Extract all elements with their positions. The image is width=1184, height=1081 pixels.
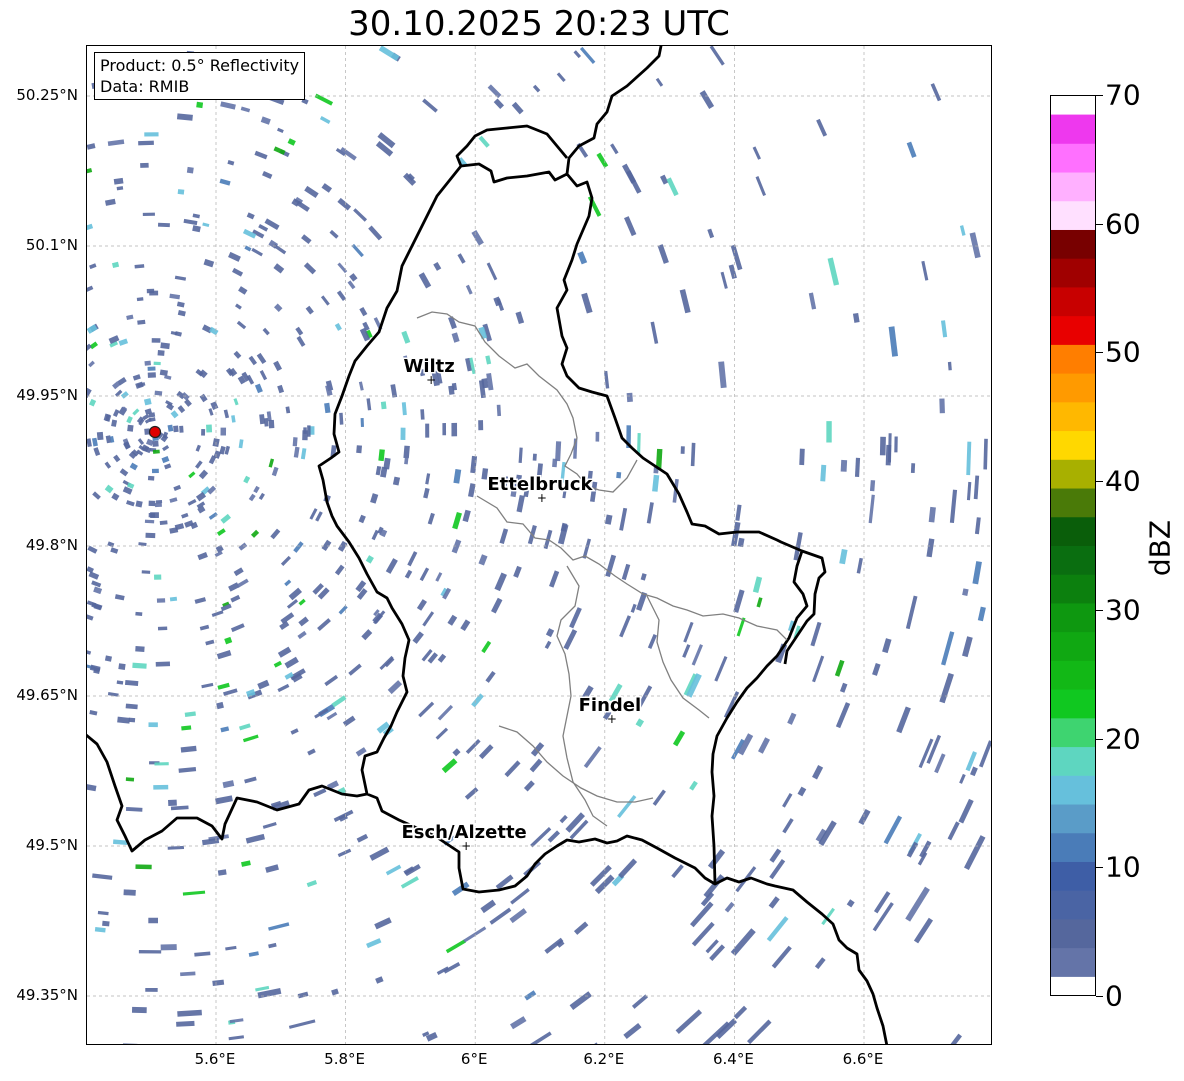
- colorbar-tick-label: 30: [1105, 593, 1141, 627]
- colorbar-tick-label: 20: [1105, 722, 1141, 756]
- border-north: [455, 124, 569, 167]
- colorbar-tick-label: 50: [1105, 335, 1141, 369]
- colorbar-segment: [1051, 373, 1095, 403]
- colorbar-segment: [1051, 315, 1095, 345]
- lon-tick-label: 6°E: [460, 1050, 488, 1068]
- city-esch-alzette: +Esch/Alzette: [400, 821, 528, 854]
- colorbar-segment: [1051, 172, 1095, 202]
- colorbar-segment: [1051, 258, 1095, 288]
- colorbar-segment: [1051, 918, 1095, 949]
- city-markers: +Wiltz +Ettelbruck +Findel +Esch/Alzette: [400, 355, 643, 854]
- colorbar-segment: [1051, 488, 1095, 518]
- colorbar-tick: [1096, 867, 1103, 869]
- colorbar-segment: [1051, 832, 1095, 862]
- colorbar-segment: [1051, 459, 1095, 489]
- colorbar-segment: [1051, 631, 1095, 661]
- colorbar-tick: [1096, 996, 1103, 997]
- city-label: Ettelbruck: [487, 474, 593, 495]
- colorbar-tick: [1096, 352, 1103, 354]
- colorbar-tick-label: 10: [1105, 850, 1141, 884]
- colorbar-segment: [1051, 114, 1095, 144]
- colorbar-segment: [1051, 545, 1095, 575]
- colorbar-segment: [1051, 430, 1095, 460]
- colorbar-tick: [1096, 223, 1103, 225]
- colorbar-tick-label: 70: [1105, 78, 1141, 112]
- border-east: [565, 46, 889, 1044]
- radar-echo-layer: [87, 46, 991, 1044]
- lat-tick-label: 50.25°N: [16, 86, 78, 104]
- graticule: [87, 46, 991, 1044]
- colorbar-segment: [1051, 200, 1095, 230]
- colorbar-segment: [1051, 286, 1095, 317]
- colorbar-tick-label: 60: [1105, 207, 1141, 241]
- colorbar-segment: [1051, 229, 1095, 259]
- lon-tick-label: 6.4°E: [712, 1050, 754, 1068]
- colorbar-tick: [1096, 481, 1103, 483]
- colorbar-segment: [1051, 143, 1095, 173]
- lat-tick-label: 49.95°N: [16, 386, 78, 404]
- lon-tick-label: 5.6°E: [194, 1050, 236, 1068]
- city-findel: +Findel: [577, 694, 643, 727]
- colorbar-title: dBZ: [1143, 519, 1177, 577]
- colorbar-segment: [1051, 804, 1095, 834]
- colorbar-tick-label: 0: [1105, 979, 1123, 1013]
- border-belgium-france: [87, 733, 368, 853]
- lat-tick-label: 50.1°N: [25, 236, 78, 254]
- lat-tick-label: 49.35°N: [16, 986, 78, 1004]
- colorbar-segment: [1051, 746, 1095, 776]
- lon-tick-label: 6.6°E: [842, 1050, 884, 1068]
- colorbar-segment: [1051, 516, 1095, 546]
- colorbar-segment: [1051, 689, 1095, 719]
- colorbar-tick: [1096, 609, 1103, 611]
- radar-map-canvas: +Wiltz +Ettelbruck +Findel +Esch/Alzette: [87, 46, 991, 1044]
- lat-tick-label: 49.5°N: [25, 836, 78, 854]
- dbz-colorbar: [1050, 95, 1096, 996]
- colorbar-segment: [1051, 401, 1095, 432]
- colorbar-tick: [1096, 738, 1103, 740]
- colorbar-segment: [1051, 861, 1095, 891]
- city-ettelbruck: +Ettelbruck: [486, 473, 595, 506]
- lon-tick-label: 5.8°E: [324, 1050, 366, 1068]
- radar-map: + Wiltz + Ettelbruck + Findel + Esch/Alzette: [86, 45, 992, 1045]
- lat-tick-label: 49.65°N: [16, 686, 78, 704]
- city-label: Esch/Alzette: [401, 822, 526, 843]
- colorbar-segment: [1051, 947, 1095, 977]
- map-title: 30.10.2025 20:23 UTC: [348, 4, 730, 44]
- lat-tick-label: 49.8°N: [25, 536, 78, 554]
- colorbar-segment: [1051, 574, 1095, 604]
- colorbar-segment: [1051, 602, 1095, 633]
- product-label: Product: 0.5° Reflectivity: [100, 56, 300, 75]
- product-info-box: Product: 0.5° Reflectivity Data: RMIB: [94, 52, 306, 100]
- colorbar-segment: [1051, 717, 1095, 748]
- city-label: Wiltz: [403, 356, 454, 377]
- lon-tick-label: 6.2°E: [583, 1050, 625, 1068]
- radar-site-marker: [148, 425, 162, 439]
- city-label: Findel: [579, 695, 642, 716]
- radar-site: [148, 425, 162, 439]
- colorbar-tick-label: 40: [1105, 464, 1141, 498]
- country-borders: [87, 46, 889, 1044]
- colorbar-tick: [1096, 95, 1103, 96]
- city-wiltz: +Wiltz: [402, 355, 456, 388]
- colorbar-segment: [1051, 660, 1095, 690]
- colorbar-segment: [1051, 344, 1095, 374]
- data-source-label: Data: RMIB: [100, 77, 190, 96]
- colorbar-segment: [1051, 775, 1095, 805]
- colorbar-segment: [1051, 890, 1095, 920]
